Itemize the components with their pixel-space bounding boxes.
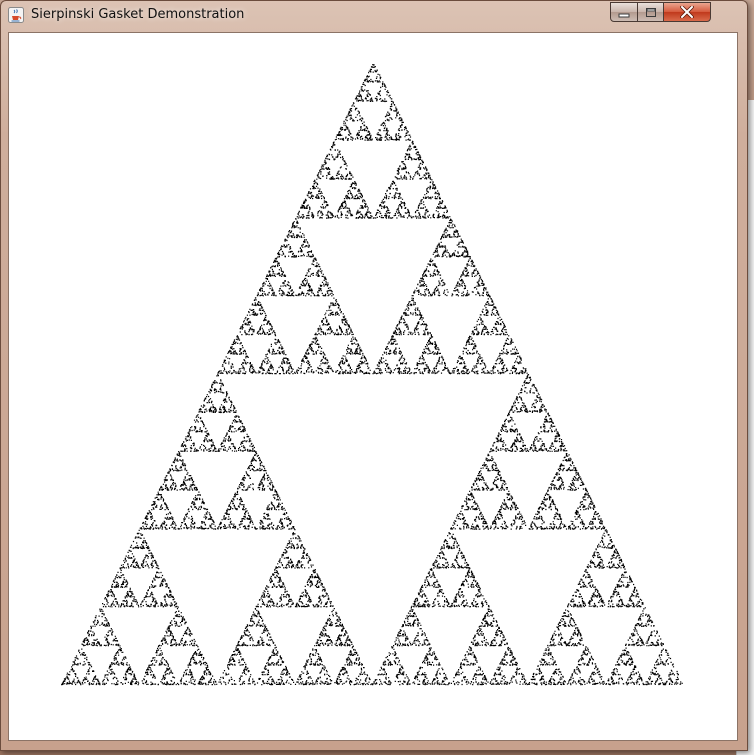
- sierpinski-gasket: [61, 64, 683, 686]
- title-bar[interactable]: Sierpinski Gasket Demonstration: [1, 1, 747, 31]
- maximize-button[interactable]: [637, 2, 664, 22]
- drawing-canvas[interactable]: [8, 32, 738, 741]
- java-cup-icon[interactable]: [8, 7, 24, 23]
- gasket-points: [61, 64, 683, 686]
- application-window: Sierpinski Gasket Demonstration: [0, 0, 748, 751]
- minimize-button[interactable]: [610, 2, 638, 22]
- minimize-icon: [618, 3, 630, 22]
- maximize-icon: [645, 3, 657, 22]
- close-button[interactable]: [663, 2, 711, 22]
- close-icon: [680, 3, 694, 22]
- window-title: Sierpinski Gasket Demonstration: [31, 7, 245, 22]
